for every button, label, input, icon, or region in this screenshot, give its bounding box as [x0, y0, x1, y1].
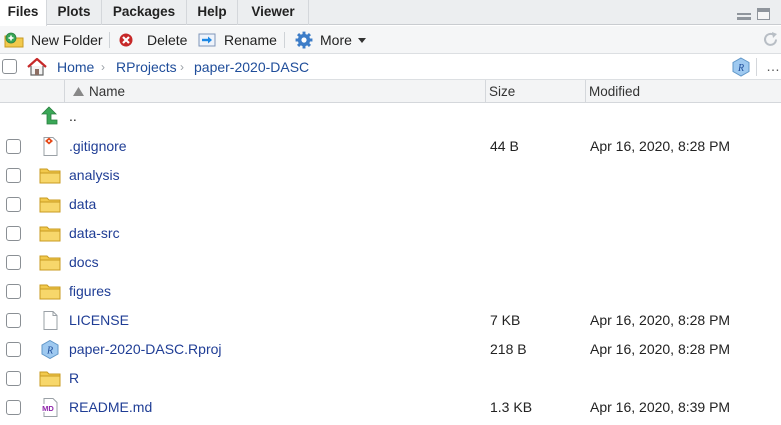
rename-label: Rename	[224, 32, 277, 48]
file-modified: Apr 16, 2020, 8:28 PM	[590, 138, 731, 154]
svg-text:MD: MD	[42, 404, 54, 413]
minimize-pane-icon[interactable]	[735, 8, 751, 20]
file-row[interactable]: R	[0, 364, 781, 393]
file-row[interactable]: docs	[0, 248, 781, 277]
file-checkbox[interactable]	[6, 197, 21, 212]
delete-button[interactable]: Delete	[118, 26, 190, 54]
more-menu-button[interactable]: More	[295, 26, 370, 54]
svg-text:R: R	[737, 63, 744, 74]
file-checkbox[interactable]	[6, 342, 21, 357]
file-size: 218 B	[490, 341, 527, 357]
column-divider	[64, 80, 65, 103]
toolbar-divider	[109, 32, 110, 48]
git-file-icon	[39, 137, 61, 156]
tab-viewer[interactable]: Viewer	[238, 0, 309, 25]
file-checkbox[interactable]	[6, 371, 21, 386]
file-checkbox[interactable]	[6, 226, 21, 241]
file-checkbox[interactable]	[6, 313, 21, 328]
rename-button[interactable]: Rename	[198, 26, 278, 54]
file-modified: Apr 16, 2020, 8:39 PM	[590, 399, 731, 415]
file-list-header: Name Size Modified	[0, 80, 781, 103]
up-arrow-icon	[41, 106, 58, 125]
more-label: More	[320, 32, 352, 48]
file-checkbox[interactable]	[6, 400, 21, 415]
file-modified: Apr 16, 2020, 8:28 PM	[590, 341, 731, 357]
column-modified[interactable]: Modified	[589, 80, 640, 103]
parent-directory-row[interactable]: ..	[0, 103, 781, 132]
tab-packages[interactable]: Packages	[102, 0, 187, 25]
go-to-project-dir-icon[interactable]: R	[731, 57, 751, 77]
gear-icon	[295, 31, 313, 49]
ellipsis-icon[interactable]: …	[766, 54, 780, 78]
file-checkbox[interactable]	[6, 139, 21, 154]
svg-text:R: R	[46, 346, 53, 357]
file-name-link[interactable]: README.md	[69, 393, 152, 422]
breadcrumb-home[interactable]: Home	[57, 54, 94, 80]
breadcrumb-current[interactable]: paper-2020-DASC	[194, 54, 309, 80]
chevron-right-icon: ›	[180, 60, 184, 74]
new-folder-icon	[4, 32, 24, 48]
chevron-right-icon: ›	[101, 60, 105, 74]
folder-icon	[39, 195, 61, 214]
file-name-link[interactable]: data-src	[69, 219, 120, 248]
rename-icon	[198, 33, 216, 47]
tab-help[interactable]: Help	[187, 0, 238, 25]
tab-files[interactable]: Files	[0, 0, 47, 26]
maximize-pane-icon[interactable]	[757, 8, 770, 20]
file-size: 44 B	[490, 138, 519, 154]
sort-ascending-icon	[73, 87, 84, 96]
file-name-link[interactable]: .gitignore	[69, 132, 127, 161]
file-icon	[39, 311, 61, 330]
file-name-link[interactable]: R	[69, 364, 79, 393]
file-checkbox[interactable]	[6, 284, 21, 299]
new-folder-label: New Folder	[31, 32, 103, 48]
file-row[interactable]: .gitignore 44 B Apr 16, 2020, 8:28 PM	[0, 132, 781, 161]
file-checkbox[interactable]	[6, 255, 21, 270]
file-row[interactable]: data-src	[0, 219, 781, 248]
select-all-checkbox[interactable]	[2, 59, 17, 74]
files-toolbar: New Folder Delete Rename More	[0, 26, 781, 54]
folder-icon	[39, 253, 61, 272]
delete-label: Delete	[147, 32, 188, 48]
folder-icon	[39, 224, 61, 243]
markdown-icon: MD	[39, 398, 61, 417]
column-divider	[585, 80, 586, 103]
file-size: 7 KB	[490, 312, 521, 328]
file-row[interactable]: MD README.md 1.3 KB Apr 16, 2020, 8:39 PM	[0, 393, 781, 422]
file-row[interactable]: Rpaper-2020-DASC.Rproj 218 B Apr 16, 2020,…	[0, 335, 781, 364]
file-name-link[interactable]: figures	[69, 277, 111, 306]
file-name-link[interactable]: LICENSE	[69, 306, 129, 335]
file-row[interactable]: LICENSE 7 KB Apr 16, 2020, 8:28 PM	[0, 306, 781, 335]
folder-icon	[39, 369, 61, 388]
file-row[interactable]: analysis	[0, 161, 781, 190]
folder-icon	[39, 166, 61, 185]
dropdown-caret-icon	[358, 38, 366, 43]
parent-directory-link[interactable]: ..	[69, 103, 77, 132]
file-size: 1.3 KB	[490, 399, 533, 415]
file-row[interactable]: figures	[0, 277, 781, 306]
column-divider	[485, 80, 486, 103]
column-name[interactable]: Name	[89, 80, 125, 103]
toolbar-divider	[284, 32, 285, 48]
folder-icon	[39, 282, 61, 301]
column-size[interactable]: Size	[489, 80, 515, 103]
delete-icon	[119, 33, 133, 47]
file-checkbox[interactable]	[6, 168, 21, 183]
rproj-icon: R	[39, 339, 61, 360]
breadcrumb-rprojects[interactable]: RProjects	[116, 54, 177, 80]
toolbar-divider	[756, 58, 757, 76]
file-modified: Apr 16, 2020, 8:28 PM	[590, 312, 731, 328]
new-folder-button[interactable]: New Folder	[4, 26, 104, 54]
home-icon[interactable]	[26, 57, 48, 77]
file-name-link[interactable]: paper-2020-DASC.Rproj	[69, 335, 222, 364]
breadcrumb: Home › RProjects › paper-2020-DASC R …	[0, 54, 781, 80]
file-name-link[interactable]: docs	[69, 248, 99, 277]
tab-plots[interactable]: Plots	[47, 0, 102, 25]
file-name-link[interactable]: analysis	[69, 161, 120, 190]
file-row[interactable]: data	[0, 190, 781, 219]
file-name-link[interactable]: data	[69, 190, 96, 219]
pane-tabbar: Files Plots Packages Help Viewer	[0, 0, 781, 26]
refresh-icon[interactable]	[762, 31, 779, 48]
